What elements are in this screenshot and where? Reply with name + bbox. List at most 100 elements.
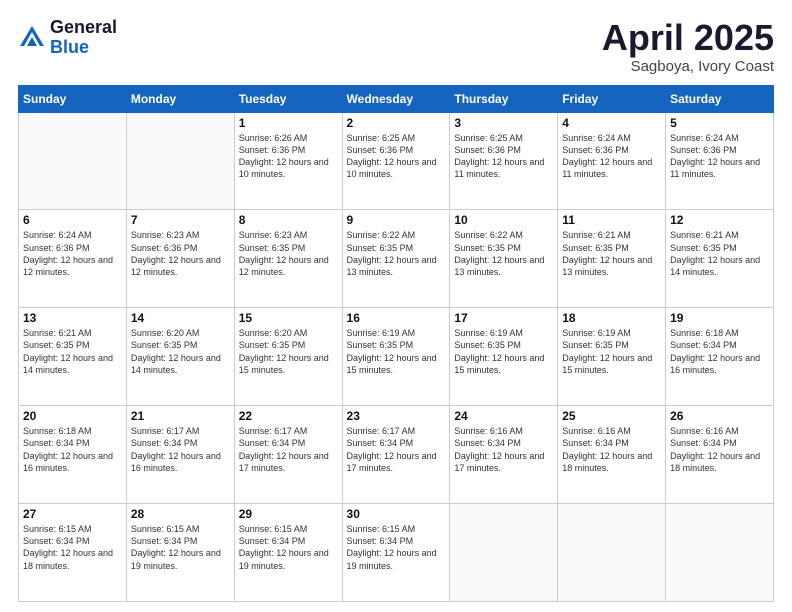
calendar-week-row: 20 Sunrise: 6:18 AMSunset: 6:34 PMDayligh… <box>19 406 774 504</box>
table-row: 14 Sunrise: 6:20 AMSunset: 6:35 PMDayligh… <box>126 308 234 406</box>
day-number: 1 <box>239 116 338 130</box>
day-info: Sunrise: 6:21 AMSunset: 6:35 PMDaylight:… <box>562 229 661 278</box>
day-number: 27 <box>23 507 122 521</box>
logo-general: General <box>50 18 117 38</box>
table-row: 28Sunrise: 6:15 AMSunset: 6:34 PMDayligh… <box>126 504 234 602</box>
day-number: 20 <box>23 409 122 423</box>
logo-blue: Blue <box>50 38 117 58</box>
day-info: Sunrise: 6:19 AMSunset: 6:35 PMDaylight:… <box>454 327 553 376</box>
day-info: Sunrise: 6:25 AMSunset: 6:36 PMDaylight:… <box>454 132 553 181</box>
table-row: 26 Sunrise: 6:16 AMSunset: 6:34 PMDayligh… <box>666 406 774 504</box>
table-row: 1Sunrise: 6:26 AMSunset: 6:36 PMDaylight… <box>234 112 342 210</box>
day-number: 11 <box>562 213 661 227</box>
day-number: 23 <box>347 409 446 423</box>
calendar-header-row: Sunday Monday Tuesday Wednesday Thursday… <box>19 85 774 112</box>
table-row <box>666 504 774 602</box>
day-info: Sunrise: 6:23 AMSunset: 6:36 PMDaylight:… <box>131 229 230 278</box>
table-row: 2 Sunrise: 6:25 AMSunset: 6:36 PMDaylight… <box>342 112 450 210</box>
table-row: 22 Sunrise: 6:17 AMSunset: 6:34 PMDayligh… <box>234 406 342 504</box>
col-tuesday: Tuesday <box>234 85 342 112</box>
day-info: Sunrise: 6:23 AMSunset: 6:35 PMDaylight:… <box>239 229 338 278</box>
page: General Blue April 2025 Sagboya, Ivory C… <box>0 0 792 612</box>
day-number: 7 <box>131 213 230 227</box>
day-info: Sunrise: 6:17 AMSunset: 6:34 PMDaylight:… <box>347 425 446 474</box>
col-friday: Friday <box>558 85 666 112</box>
day-number: 13 <box>23 311 122 325</box>
table-row: 17 Sunrise: 6:19 AMSunset: 6:35 PMDayligh… <box>450 308 558 406</box>
day-info: Sunrise: 6:24 AMSunset: 6:36 PMDaylight:… <box>562 132 661 181</box>
day-info: Sunrise: 6:17 AMSunset: 6:34 PMDaylight:… <box>239 425 338 474</box>
day-number: 12 <box>670 213 769 227</box>
title-month: April 2025 <box>602 18 774 58</box>
header: General Blue April 2025 Sagboya, Ivory C… <box>18 18 774 75</box>
day-number: 19 <box>670 311 769 325</box>
day-info: Sunrise: 6:16 AMSunset: 6:34 PMDaylight:… <box>454 425 553 474</box>
day-info: Sunrise: 6:19 AMSunset: 6:35 PMDaylight:… <box>562 327 661 376</box>
table-row: 21 Sunrise: 6:17 AMSunset: 6:34 PMDayligh… <box>126 406 234 504</box>
day-number: 29 <box>239 507 338 521</box>
day-number: 10 <box>454 213 553 227</box>
day-info: Sunrise: 6:16 AMSunset: 6:34 PMDaylight:… <box>562 425 661 474</box>
day-number: 21 <box>131 409 230 423</box>
table-row: 10 Sunrise: 6:22 AMSunset: 6:35 PMDayligh… <box>450 210 558 308</box>
day-number: 26 <box>670 409 769 423</box>
col-monday: Monday <box>126 85 234 112</box>
col-saturday: Saturday <box>666 85 774 112</box>
day-number: 16 <box>347 311 446 325</box>
day-info: Sunrise: 6:17 AMSunset: 6:34 PMDaylight:… <box>131 425 230 474</box>
logo-text: General Blue <box>50 18 117 58</box>
table-row: 20 Sunrise: 6:18 AMSunset: 6:34 PMDayligh… <box>19 406 127 504</box>
day-number: 24 <box>454 409 553 423</box>
day-info: Sunrise: 6:15 AMSunset: 6:34 PMDaylight:… <box>131 523 230 572</box>
day-info: Sunrise: 6:22 AMSunset: 6:35 PMDaylight:… <box>347 229 446 278</box>
col-sunday: Sunday <box>19 85 127 112</box>
calendar-week-row: 13 Sunrise: 6:21 AMSunset: 6:35 PMDayligh… <box>19 308 774 406</box>
day-info: Sunrise: 6:22 AMSunset: 6:35 PMDaylight:… <box>454 229 553 278</box>
day-number: 22 <box>239 409 338 423</box>
day-info: Sunrise: 6:25 AMSunset: 6:36 PMDaylight:… <box>347 132 446 181</box>
table-row: 13 Sunrise: 6:21 AMSunset: 6:35 PMDayligh… <box>19 308 127 406</box>
calendar-week-row: 27 Sunrise: 6:15 AMSunset: 6:34 PMDayligh… <box>19 504 774 602</box>
logo: General Blue <box>18 18 117 58</box>
day-number: 17 <box>454 311 553 325</box>
table-row: 18 Sunrise: 6:19 AMSunset: 6:35 PMDayligh… <box>558 308 666 406</box>
table-row: 4 Sunrise: 6:24 AMSunset: 6:36 PMDaylight… <box>558 112 666 210</box>
table-row <box>126 112 234 210</box>
day-info: Sunrise: 6:20 AMSunset: 6:35 PMDaylight:… <box>131 327 230 376</box>
day-info: Sunrise: 6:20 AMSunset: 6:35 PMDaylight:… <box>239 327 338 376</box>
day-number: 2 <box>347 116 446 130</box>
title-block: April 2025 Sagboya, Ivory Coast <box>602 18 774 75</box>
title-location: Sagboya, Ivory Coast <box>602 58 774 75</box>
table-row: 16 Sunrise: 6:19 AMSunset: 6:35 PMDayligh… <box>342 308 450 406</box>
table-row <box>558 504 666 602</box>
calendar-week-row: 1Sunrise: 6:26 AMSunset: 6:36 PMDaylight… <box>19 112 774 210</box>
col-wednesday: Wednesday <box>342 85 450 112</box>
table-row: 11 Sunrise: 6:21 AMSunset: 6:35 PMDayligh… <box>558 210 666 308</box>
day-number: 4 <box>562 116 661 130</box>
day-number: 25 <box>562 409 661 423</box>
day-number: 14 <box>131 311 230 325</box>
day-number: 8 <box>239 213 338 227</box>
day-info: Sunrise: 6:24 AMSunset: 6:36 PMDaylight:… <box>670 132 769 181</box>
day-number: 18 <box>562 311 661 325</box>
calendar-week-row: 6Sunrise: 6:24 AMSunset: 6:36 PMDaylight… <box>19 210 774 308</box>
table-row: 15 Sunrise: 6:20 AMSunset: 6:35 PMDayligh… <box>234 308 342 406</box>
day-info: Sunrise: 6:18 AMSunset: 6:34 PMDaylight:… <box>23 425 122 474</box>
col-thursday: Thursday <box>450 85 558 112</box>
day-number: 15 <box>239 311 338 325</box>
day-info: Sunrise: 6:16 AMSunset: 6:34 PMDaylight:… <box>670 425 769 474</box>
day-number: 30 <box>347 507 446 521</box>
day-info: Sunrise: 6:18 AMSunset: 6:34 PMDaylight:… <box>670 327 769 376</box>
day-info: Sunrise: 6:19 AMSunset: 6:35 PMDaylight:… <box>347 327 446 376</box>
table-row: 24 Sunrise: 6:16 AMSunset: 6:34 PMDayligh… <box>450 406 558 504</box>
table-row: 12 Sunrise: 6:21 AMSunset: 6:35 PMDayligh… <box>666 210 774 308</box>
day-info: Sunrise: 6:15 AMSunset: 6:34 PMDaylight:… <box>347 523 446 572</box>
table-row: 9Sunrise: 6:22 AMSunset: 6:35 PMDaylight… <box>342 210 450 308</box>
table-row <box>19 112 127 210</box>
day-info: Sunrise: 6:15 AMSunset: 6:34 PMDaylight:… <box>239 523 338 572</box>
day-info: Sunrise: 6:21 AMSunset: 6:35 PMDaylight:… <box>23 327 122 376</box>
table-row: 25 Sunrise: 6:16 AMSunset: 6:34 PMDayligh… <box>558 406 666 504</box>
table-row: 7 Sunrise: 6:23 AMSunset: 6:36 PMDaylight… <box>126 210 234 308</box>
table-row: 5Sunrise: 6:24 AMSunset: 6:36 PMDaylight… <box>666 112 774 210</box>
day-info: Sunrise: 6:21 AMSunset: 6:35 PMDaylight:… <box>670 229 769 278</box>
